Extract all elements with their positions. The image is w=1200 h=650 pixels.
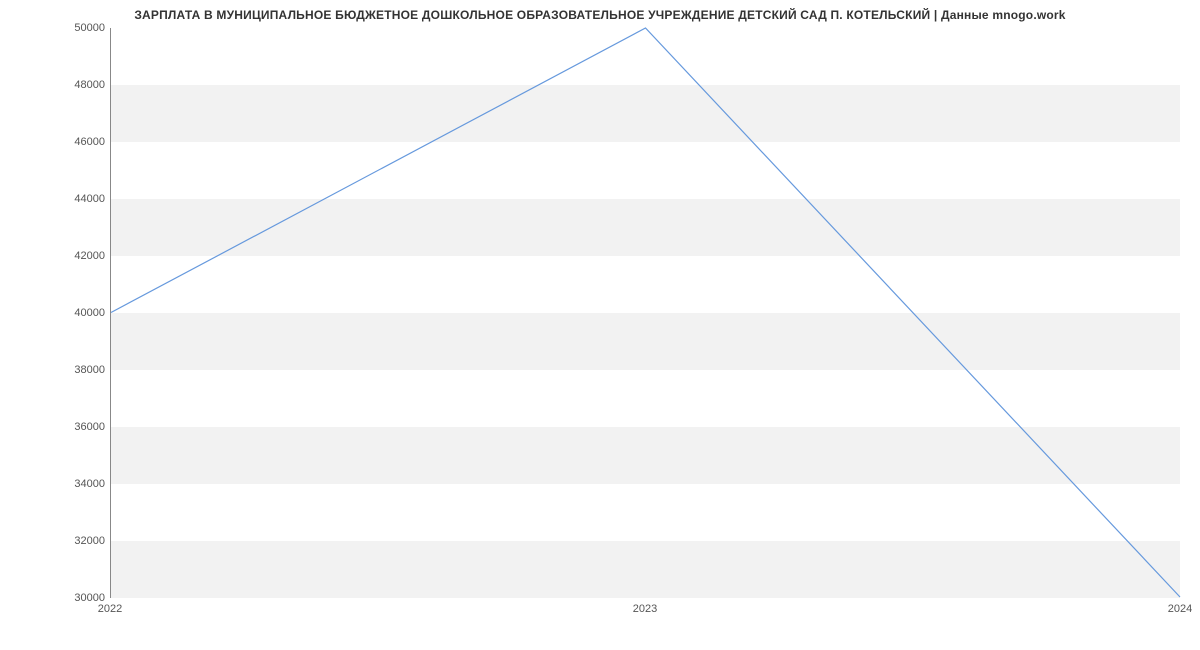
y-tick-label: 32000 (55, 535, 105, 547)
y-tick-label: 46000 (55, 136, 105, 148)
y-tick-label: 40000 (55, 307, 105, 319)
y-tick-label: 48000 (55, 79, 105, 91)
x-tick-label: 2022 (98, 603, 122, 615)
chart-title: ЗАРПЛАТА В МУНИЦИПАЛЬНОЕ БЮДЖЕТНОЕ ДОШКО… (0, 0, 1200, 22)
data-line (111, 28, 1180, 597)
x-tick-label: 2024 (1168, 603, 1192, 615)
line-chart-svg (111, 28, 1180, 597)
y-tick-label: 38000 (55, 364, 105, 376)
y-tick-label: 34000 (55, 478, 105, 490)
y-tick-label: 42000 (55, 250, 105, 262)
plot-area (110, 28, 1180, 598)
x-tick-label: 2023 (633, 603, 657, 615)
y-tick-label: 50000 (55, 22, 105, 34)
chart-container: 3000032000340003600038000400004200044000… (70, 28, 1180, 618)
y-tick-label: 44000 (55, 193, 105, 205)
y-tick-label: 36000 (55, 421, 105, 433)
